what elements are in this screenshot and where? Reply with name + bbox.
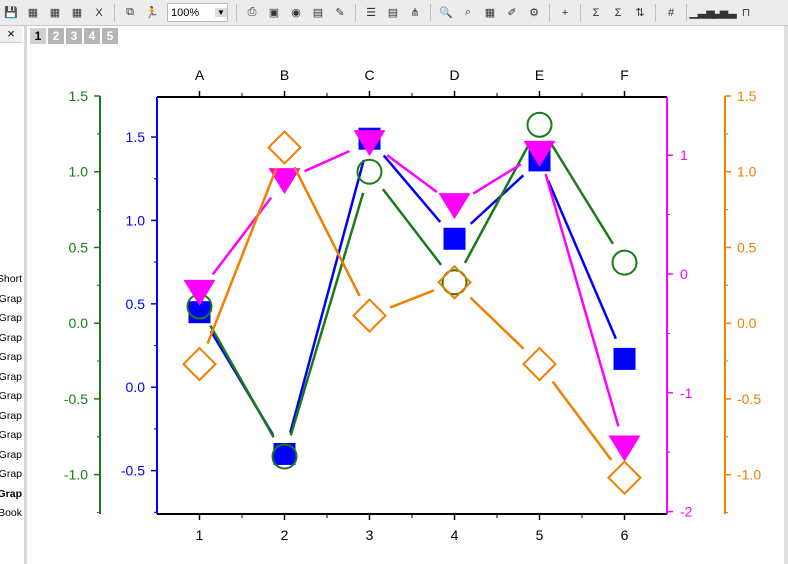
orange-diamond-marker	[267, 130, 302, 165]
blue-square-marker	[613, 347, 636, 370]
top-tick-label: E	[535, 67, 544, 83]
green-series	[186, 111, 638, 470]
green-line-segment	[209, 325, 275, 438]
green-line-segment	[381, 188, 443, 266]
orange_right-tick-label: 1.5	[737, 88, 757, 104]
orange-line-segment	[469, 296, 525, 350]
green_left-tick-label: 0.5	[69, 239, 89, 255]
magenta-series	[183, 130, 641, 462]
green-line-segment	[463, 143, 531, 264]
green-circle-marker	[526, 111, 553, 138]
orange_right-tick-label: -1.0	[737, 467, 761, 483]
magenta-triangle-marker	[353, 130, 386, 157]
x-tick-label: 4	[451, 527, 459, 543]
blue_left-tick-label: 0.5	[126, 296, 146, 312]
orange-line-segment	[551, 380, 613, 461]
x-tick-label: 3	[366, 527, 374, 543]
top-tick-label: F	[620, 67, 629, 83]
magenta_right-tick-label: 0	[680, 266, 688, 282]
magenta-triangle-marker	[438, 193, 471, 220]
orange-diamond-marker	[182, 346, 217, 382]
top-tick-label: C	[364, 67, 374, 83]
green_left-tick-label: 0.0	[69, 315, 89, 331]
x-tick-label: 6	[621, 527, 629, 543]
green_left-tick-label: -1.0	[64, 467, 88, 483]
orange-line-segment	[389, 289, 435, 309]
magenta_right-tick-label: -2	[680, 504, 693, 520]
magenta-triangle-marker	[608, 435, 641, 462]
x-tick-label: 1	[196, 527, 204, 543]
x-tick-label: 2	[281, 527, 289, 543]
top-tick-label: D	[449, 67, 459, 83]
magenta-line-segment	[304, 149, 350, 173]
blue-line-segment	[469, 174, 525, 225]
orange-diamond-marker	[522, 346, 557, 382]
magenta-line-segment	[386, 154, 438, 194]
blue-series	[188, 127, 636, 465]
orange-series	[182, 130, 642, 496]
orange_right-tick-label: 0.0	[737, 315, 757, 331]
green_left-tick-label: -0.5	[64, 391, 88, 407]
magenta_right-tick-label: 1	[680, 147, 688, 163]
magenta_right-tick-label: -1	[680, 385, 693, 401]
blue_left-tick-label: 1.5	[126, 129, 146, 145]
orange_right-tick-label: 0.5	[737, 239, 757, 255]
blue-square-marker	[443, 227, 466, 250]
orange_right-tick-label: -0.5	[737, 391, 761, 407]
graph: 1 A 2 B 3 C 4 D 5 E 6 F -0.5 0.0 0.5 1.0 1.5 -1.0 -0.5 0.0 0…	[64, 67, 761, 543]
green-circle-marker	[611, 249, 638, 276]
blue_left-tick-label: 0.0	[126, 379, 146, 395]
green_left-tick-label: 1.5	[69, 88, 89, 104]
top-tick-label: B	[280, 67, 289, 83]
magenta-line-segment	[211, 196, 273, 276]
blue-line-segment	[289, 159, 365, 434]
magenta-triangle-marker	[523, 140, 556, 167]
blue_left-tick-label: 1.0	[126, 212, 146, 228]
magenta-line-segment	[472, 163, 522, 195]
top-tick-label: A	[195, 67, 205, 83]
orange_right-tick-label: 1.0	[737, 164, 757, 180]
blue_left-tick-label: -0.5	[121, 463, 145, 479]
orange-line-segment	[206, 167, 278, 345]
x-tick-label: 5	[536, 527, 544, 543]
blue-line-segment	[547, 180, 617, 340]
orange-diamond-marker	[607, 460, 642, 496]
orange-line-segment	[293, 166, 361, 297]
orange-diamond-marker	[352, 298, 387, 334]
green_left-tick-label: 1.0	[69, 164, 89, 180]
